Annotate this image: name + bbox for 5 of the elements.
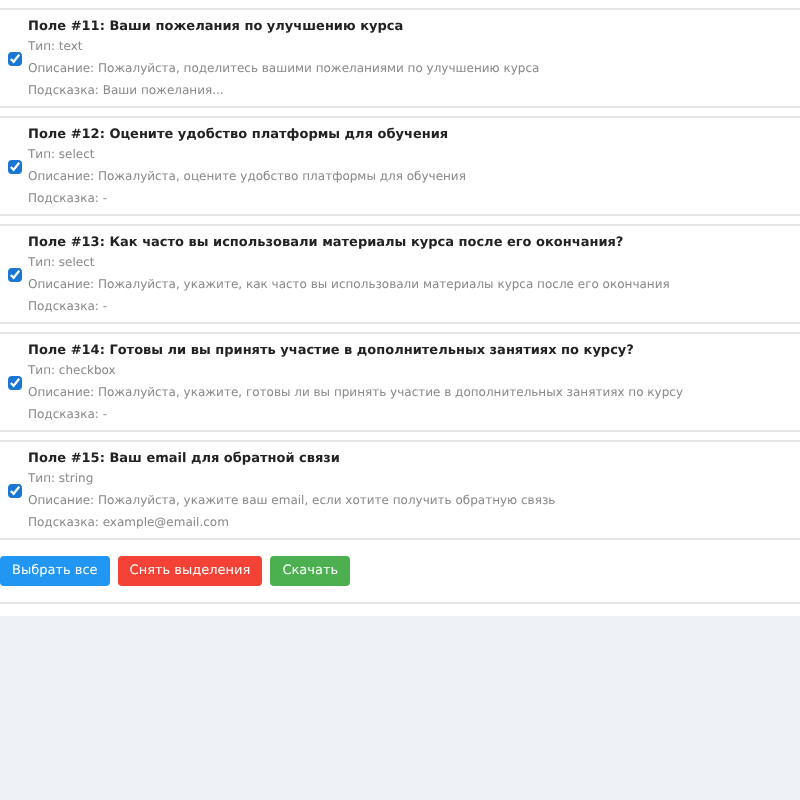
field-checkbox[interactable] xyxy=(8,483,22,497)
field-checkbox[interactable] xyxy=(8,159,22,173)
field-checkbox[interactable] xyxy=(8,51,22,65)
field-checkbox[interactable] xyxy=(8,375,22,389)
field-checkbox[interactable] xyxy=(8,267,22,281)
